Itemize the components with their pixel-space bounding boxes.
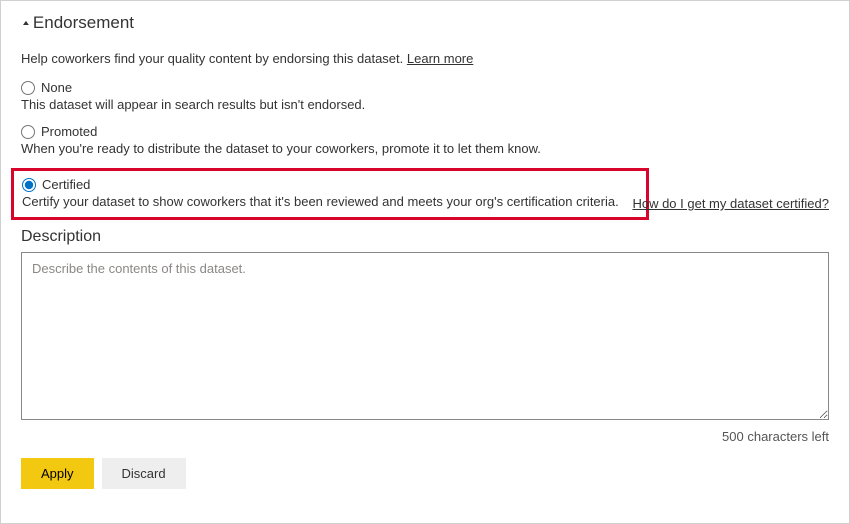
- section-title: Endorsement: [33, 13, 134, 33]
- description-textarea[interactable]: [21, 252, 829, 420]
- option-none: None This dataset will appear in search …: [21, 80, 829, 112]
- option-none-row[interactable]: None: [21, 80, 829, 95]
- radio-certified[interactable]: [22, 178, 36, 192]
- radio-promoted[interactable]: [21, 125, 35, 139]
- collapse-icon: ▲: [21, 19, 31, 27]
- description-label: Description: [21, 228, 829, 246]
- option-promoted-row[interactable]: Promoted: [21, 124, 829, 139]
- option-promoted-label: Promoted: [41, 124, 97, 139]
- option-none-desc: This dataset will appear in search resul…: [21, 97, 829, 112]
- option-promoted-desc: When you're ready to distribute the data…: [21, 141, 829, 156]
- certified-link-wrap: How do I get my dataset certified?: [632, 196, 829, 211]
- endorsement-panel: ▲ Endorsement Help coworkers find your q…: [0, 0, 850, 524]
- option-certified-row[interactable]: Certified: [22, 177, 638, 192]
- learn-more-link[interactable]: Learn more: [407, 51, 473, 66]
- character-counter: 500 characters left: [21, 429, 829, 444]
- option-promoted: Promoted When you're ready to distribute…: [21, 124, 829, 156]
- section-header[interactable]: ▲ Endorsement: [21, 13, 829, 33]
- option-none-label: None: [41, 80, 72, 95]
- certified-highlight: Certified Certify your dataset to show c…: [11, 168, 649, 220]
- discard-button[interactable]: Discard: [102, 458, 186, 489]
- radio-none[interactable]: [21, 81, 35, 95]
- certified-help-link[interactable]: How do I get my dataset certified?: [632, 196, 829, 211]
- help-text-row: Help coworkers find your quality content…: [21, 51, 829, 66]
- help-text: Help coworkers find your quality content…: [21, 51, 407, 66]
- option-certified-desc-text: Certify your dataset to show coworkers t…: [22, 194, 619, 209]
- action-row: Apply Discard: [21, 458, 829, 489]
- apply-button[interactable]: Apply: [21, 458, 94, 489]
- option-certified-label: Certified: [42, 177, 90, 192]
- option-certified-wrapper: Certified Certify your dataset to show c…: [21, 168, 829, 220]
- option-certified-desc: Certify your dataset to show coworkers t…: [22, 194, 638, 209]
